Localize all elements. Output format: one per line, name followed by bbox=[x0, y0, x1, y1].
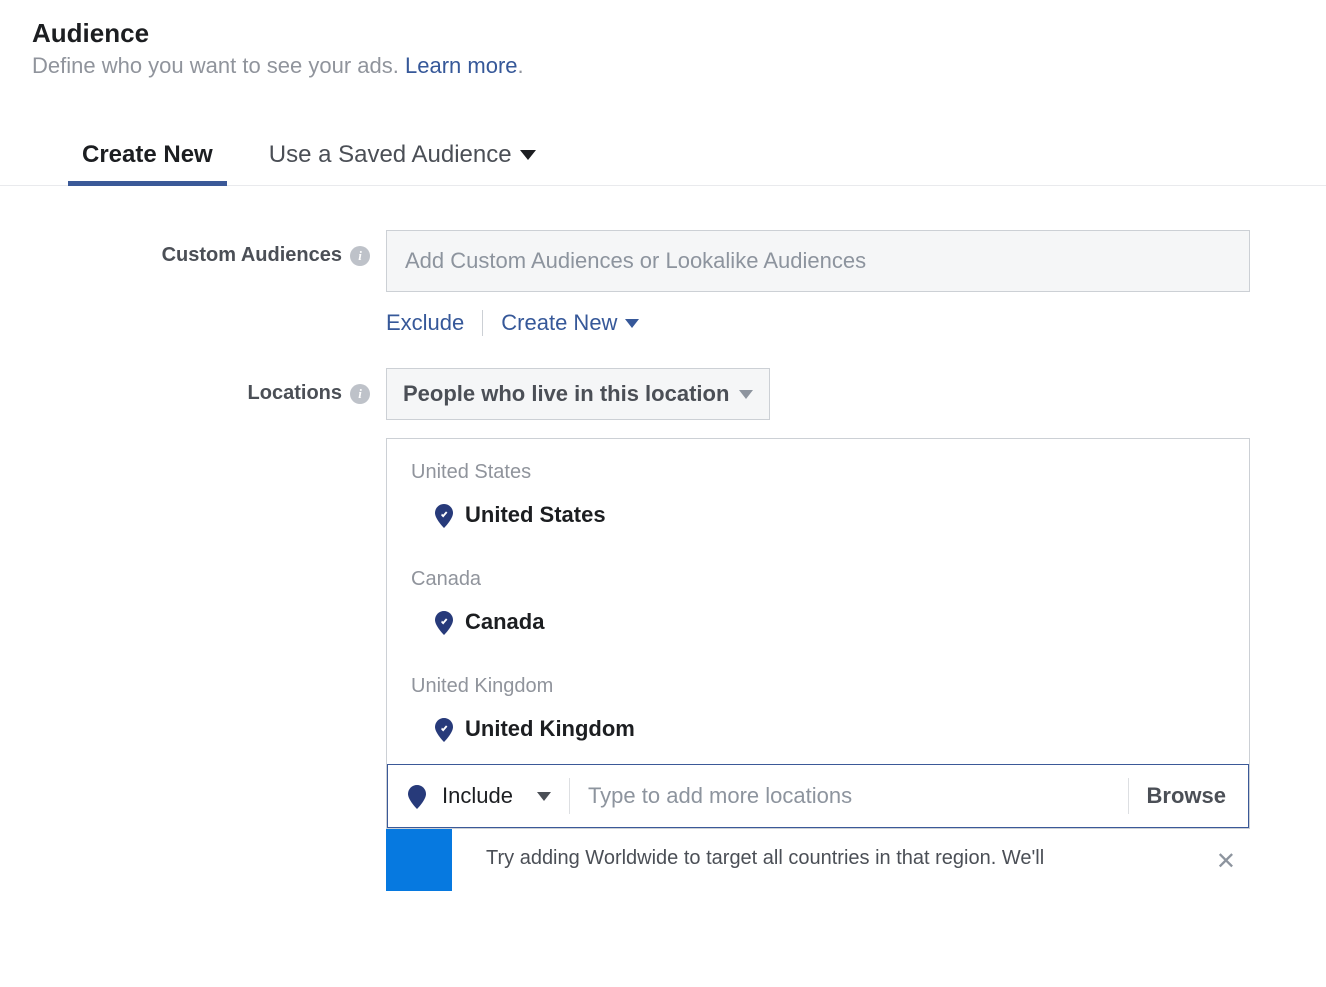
create-new-link-label: Create New bbox=[501, 310, 617, 336]
location-item-name: Canada bbox=[465, 609, 544, 635]
separator bbox=[1128, 778, 1129, 814]
location-item-name: United States bbox=[465, 502, 606, 528]
info-icon[interactable]: i bbox=[350, 246, 370, 266]
page-subtitle: Define who you want to see your ads. Lea… bbox=[32, 53, 1326, 79]
close-icon[interactable]: ✕ bbox=[1216, 847, 1236, 876]
chevron-down-icon bbox=[520, 150, 536, 160]
include-mode-dropdown[interactable]: Include bbox=[388, 783, 551, 809]
exclude-link-label: Exclude bbox=[386, 310, 464, 336]
location-group-label: United States bbox=[387, 439, 1249, 496]
tip-text: Try adding Worldwide to target all count… bbox=[452, 829, 1250, 872]
location-item[interactable]: United States bbox=[387, 496, 1249, 546]
pin-icon bbox=[408, 785, 426, 807]
locations-box: United States United States Canada bbox=[386, 438, 1250, 829]
subtitle-text: Define who you want to see your ads. bbox=[32, 53, 405, 78]
add-location-row: Include Browse bbox=[387, 764, 1249, 828]
pin-icon bbox=[435, 504, 453, 526]
create-new-link[interactable]: Create New bbox=[501, 310, 639, 336]
locations-label: Locations bbox=[248, 382, 342, 405]
location-type-dropdown[interactable]: People who live in this location bbox=[386, 368, 770, 420]
info-icon[interactable]: i bbox=[350, 384, 370, 404]
custom-audiences-label: Custom Audiences bbox=[162, 244, 342, 267]
page-title: Audience bbox=[32, 18, 1326, 49]
location-group: United Kingdom United Kingdom bbox=[387, 653, 1249, 760]
location-item-name: United Kingdom bbox=[465, 716, 635, 742]
location-type-label: People who live in this location bbox=[403, 381, 729, 407]
add-location-input[interactable] bbox=[588, 765, 1128, 827]
location-item[interactable]: Canada bbox=[387, 603, 1249, 653]
location-group: Canada Canada bbox=[387, 546, 1249, 653]
tab-use-saved-label: Use a Saved Audience bbox=[269, 141, 512, 169]
separator bbox=[569, 778, 570, 814]
learn-more-link[interactable]: Learn more bbox=[405, 53, 518, 78]
tip-icon bbox=[386, 829, 452, 891]
include-mode-label: Include bbox=[442, 783, 513, 809]
custom-audiences-input[interactable] bbox=[386, 230, 1250, 292]
location-group: United States United States bbox=[387, 439, 1249, 546]
pin-icon bbox=[435, 718, 453, 740]
browse-button[interactable]: Browse bbox=[1147, 783, 1248, 809]
tab-create-new-label: Create New bbox=[82, 141, 213, 169]
tab-use-saved[interactable]: Use a Saved Audience bbox=[269, 141, 536, 185]
location-group-label: United Kingdom bbox=[387, 653, 1249, 710]
subtitle-suffix: . bbox=[518, 53, 524, 78]
chevron-down-icon bbox=[625, 319, 639, 328]
tip-banner: Try adding Worldwide to target all count… bbox=[386, 829, 1250, 891]
tab-create-new[interactable]: Create New bbox=[82, 141, 213, 185]
chevron-down-icon bbox=[537, 792, 551, 801]
tabs: Create New Use a Saved Audience bbox=[0, 141, 1326, 186]
link-separator bbox=[482, 310, 483, 336]
location-group-label: Canada bbox=[387, 546, 1249, 603]
pin-icon bbox=[435, 611, 453, 633]
location-item[interactable]: United Kingdom bbox=[387, 710, 1249, 760]
chevron-down-icon bbox=[739, 390, 753, 399]
exclude-link[interactable]: Exclude bbox=[386, 310, 464, 336]
